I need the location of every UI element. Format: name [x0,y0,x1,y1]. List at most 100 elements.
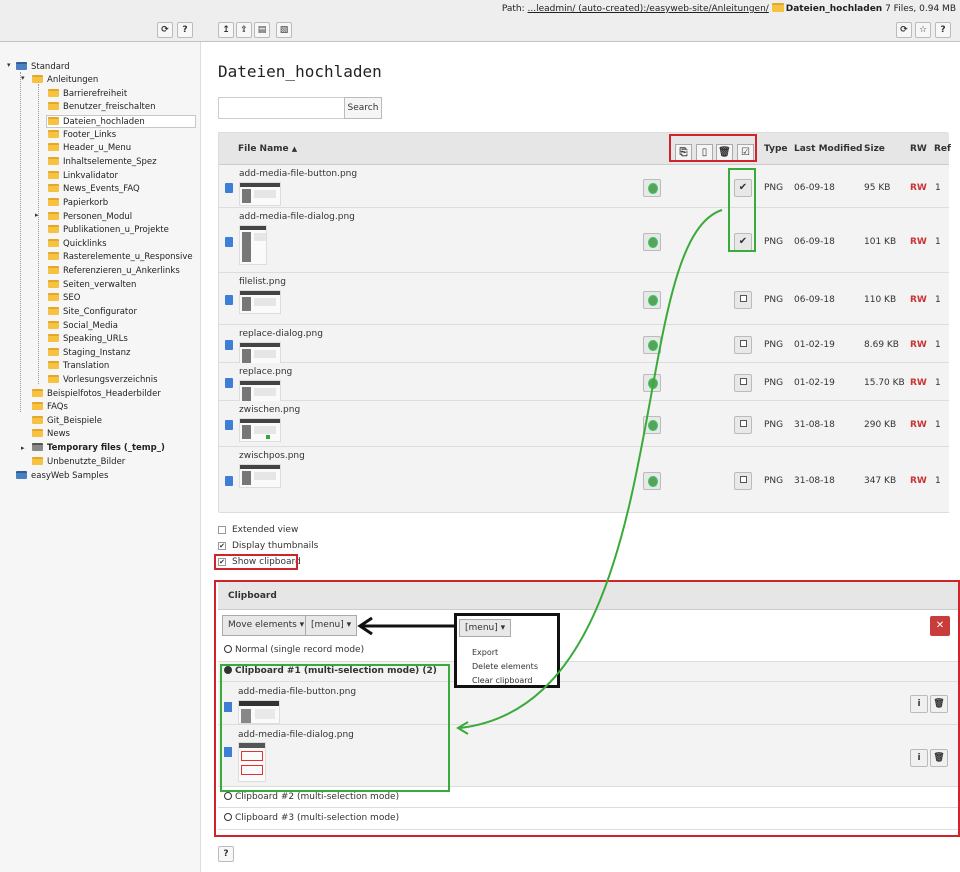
file-info-icon[interactable] [643,336,661,354]
help-button[interactable]: ? [218,846,234,862]
folder-icon [48,361,59,369]
menu-popup-dropdown[interactable]: [menu] ▾ [459,619,512,637]
file-name[interactable]: zwischpos.png [239,451,305,461]
clipboard-select-checkbox[interactable] [734,416,752,434]
tree-item[interactable]: Standard [16,61,70,74]
thumbnail[interactable] [239,464,281,488]
menu-export[interactable]: Export [472,648,498,657]
file-info-icon[interactable] [643,233,661,251]
file-type: PNG [764,340,784,350]
tree-item-label: Seiten_verwalten [63,280,137,290]
thumbnail[interactable] [239,225,267,265]
new-file-icon[interactable]: ▤ [254,22,270,38]
tree-item[interactable]: easyWeb Samples [16,470,108,483]
file-name[interactable]: replace-dialog.png [239,329,323,339]
clipboard-select-checkbox[interactable] [734,472,752,490]
tree-item-label: Footer_Links [63,130,117,140]
tree-item[interactable]: Inhaltselemente_Spez [48,156,157,169]
tree-item-label: Header_u_Menu [63,143,132,153]
tree-item[interactable]: Social_Media [48,320,118,333]
tree-item[interactable]: Quicklinks [48,238,107,251]
search-input[interactable] [218,97,345,119]
tree-item[interactable]: FAQs [32,401,68,414]
col-rw: RW [910,144,927,154]
file-info-icon[interactable] [643,472,661,490]
tree-item[interactable]: Header_u_Menu [48,142,131,155]
tree-item[interactable]: Staging_Instanz [48,347,130,360]
tree-item[interactable]: Papierkorb [48,197,108,210]
upload-folder-icon[interactable]: ↥ [218,22,234,38]
tree-item[interactable]: Temporary files (_temp_) [32,442,165,455]
file-size: 347 KB [864,476,897,486]
tree-item[interactable]: Unbenutzte_Bilder [32,456,125,469]
tree-item[interactable]: Publikationen_u_Projekte [48,224,169,237]
file-info-icon[interactable] [643,179,661,197]
clipboard-select-checkbox[interactable] [734,336,752,354]
clipboard-select-checkbox[interactable] [734,291,752,309]
display-thumbnails-checkbox[interactable]: ✔ [218,542,226,550]
tree-item[interactable]: Git_Beispiele [32,415,102,428]
tree-item[interactable]: Anleitungen [32,74,98,87]
menu-delete-elements[interactable]: Delete elements [472,662,538,671]
file-info-icon[interactable] [643,416,661,434]
tree-item-label: Rasterelemente_u_Responsive [63,252,193,262]
tree-item[interactable]: Dateien_hochladen [46,115,196,128]
tree-refresh-button[interactable]: ⟳ [157,22,173,38]
tree-item[interactable]: Barrierefreiheit [48,88,127,101]
menu-popup: [menu] ▾ Export Delete elements Clear cl… [454,613,560,688]
col-file-name[interactable]: File Name ▲ [238,144,297,154]
file-info-icon[interactable] [643,374,661,392]
tree-item[interactable]: Beispielfotos_Headerbilder [32,388,161,401]
tree-item[interactable]: Translation [48,360,109,373]
table-row: replace.png PNG 01-02-19 15.70 KB RW 1 [219,363,949,404]
clipboard-icon[interactable]: ▧ [276,22,292,38]
folder-icon [48,293,59,301]
tree-item-label: News_Events_FAQ [63,184,140,194]
tree-item[interactable]: SEO [48,292,80,305]
file-name[interactable]: add-media-file-dialog.png [239,212,355,222]
tree-item[interactable]: Footer_Links [48,129,116,142]
menu-clear-clipboard[interactable]: Clear clipboard [472,676,533,685]
thumbnail[interactable] [239,182,281,206]
tree-item[interactable]: Vorlesungsverzeichnis [48,374,158,387]
file-icon [225,476,233,486]
tree-item[interactable]: Speaking_URLs [48,333,128,346]
thumbnail[interactable] [239,290,281,314]
file-name[interactable]: zwischen.png [239,405,300,415]
search-button[interactable]: Search [344,97,382,119]
clipboard-select-checkbox[interactable] [734,374,752,392]
upload-icon[interactable]: ⇪ [236,22,252,38]
tree-item[interactable]: Rasterelemente_u_Responsive [48,251,193,264]
thumbnail[interactable] [239,418,281,442]
folder-icon [48,89,59,97]
tree-item[interactable]: News [32,428,70,441]
help-button[interactable]: ? [935,22,951,38]
file-name[interactable]: replace.png [239,367,292,377]
file-ref: 1 [935,420,941,430]
file-name[interactable]: add-media-file-button.png [239,169,357,179]
extended-view-checkbox[interactable] [218,526,226,534]
highlight-box [220,664,450,792]
tree-help-button[interactable]: ? [177,22,193,38]
bookmark-star-icon[interactable]: ☆ [915,22,931,38]
table-row: zwischen.png PNG 31-08-18 290 KB RW 1 [219,401,949,447]
tree-item[interactable]: Personen_Modul [48,211,132,224]
tree-item[interactable]: Benutzer_freischalten [48,101,156,114]
path-link[interactable]: ...leadmin/ (auto-created):/easyweb-site… [528,4,769,14]
tree-item[interactable]: Referenzieren_u_Ankerlinks [48,265,180,278]
folder-icon [16,62,27,70]
file-name[interactable]: filelist.png [239,277,286,287]
tree-item-label: SEO [63,293,81,303]
table-row: add-media-file-button.png ✔ PNG 06-09-18 95 … [219,165,949,208]
file-info-icon[interactable] [643,291,661,309]
tree-item[interactable]: Site_Configurator [48,306,137,319]
tree-item-label: Referenzieren_u_Ankerlinks [63,266,180,276]
col-size: Size [864,144,885,154]
refresh-button[interactable]: ⟳ [896,22,912,38]
tree-item[interactable]: Seiten_verwalten [48,279,136,292]
tree-item[interactable]: Linkvalidator [48,170,118,183]
tree-item[interactable]: News_Events_FAQ [48,183,140,196]
tree-item-label: Barrierefreiheit [63,89,128,99]
path-bar: Path: ...leadmin/ (auto-created):/easywe… [502,3,956,14]
folder-icon [32,389,43,397]
